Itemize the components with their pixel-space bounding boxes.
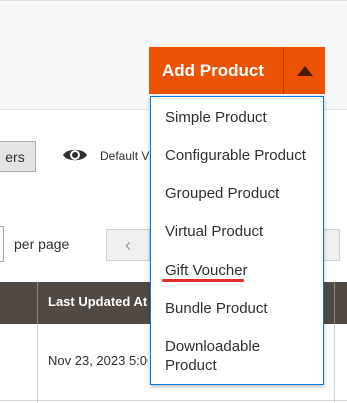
- chevron-left-icon: ‹: [125, 234, 131, 255]
- add-product-label: Add Product: [162, 60, 264, 80]
- menu-item-simple-product[interactable]: Simple Product: [165, 108, 315, 127]
- caret-up-icon: [296, 65, 313, 76]
- menu-item-downloadable-product[interactable]: Downloadable Product: [165, 337, 285, 375]
- add-product-toggle[interactable]: [283, 47, 325, 94]
- menu-item-grouped-product[interactable]: Grouped Product: [165, 184, 315, 203]
- cell-divider: [334, 324, 335, 403]
- filters-button[interactable]: ers: [0, 141, 36, 172]
- eye-icon[interactable]: [62, 146, 88, 164]
- default-view-label[interactable]: Default View: [100, 149, 150, 163]
- filters-label: ers: [5, 148, 25, 165]
- add-product-dropdown: Simple Product Configurable Product Grou…: [150, 96, 324, 385]
- cell-divider: [37, 324, 38, 403]
- per-page-select[interactable]: [0, 226, 4, 262]
- add-product-button[interactable]: Add Product: [149, 47, 291, 94]
- previous-page-button[interactable]: ‹: [106, 229, 150, 261]
- menu-item-gift-voucher[interactable]: Gift Voucher: [165, 261, 315, 280]
- column-divider: [37, 282, 38, 324]
- menu-item-virtual-product[interactable]: Virtual Product: [165, 222, 315, 241]
- highlight-underline: [162, 279, 244, 282]
- menu-item-bundle-product[interactable]: Bundle Product: [165, 299, 315, 318]
- table-cell-last-updated: Nov 23, 2023 5:06: [48, 353, 148, 368]
- menu-item-configurable-product[interactable]: Configurable Product: [165, 146, 315, 165]
- column-header-last-updated[interactable]: Last Updated At: [48, 294, 148, 309]
- per-page-label: per page: [14, 236, 70, 252]
- column-divider: [334, 282, 335, 324]
- row-divider: [0, 400, 347, 401]
